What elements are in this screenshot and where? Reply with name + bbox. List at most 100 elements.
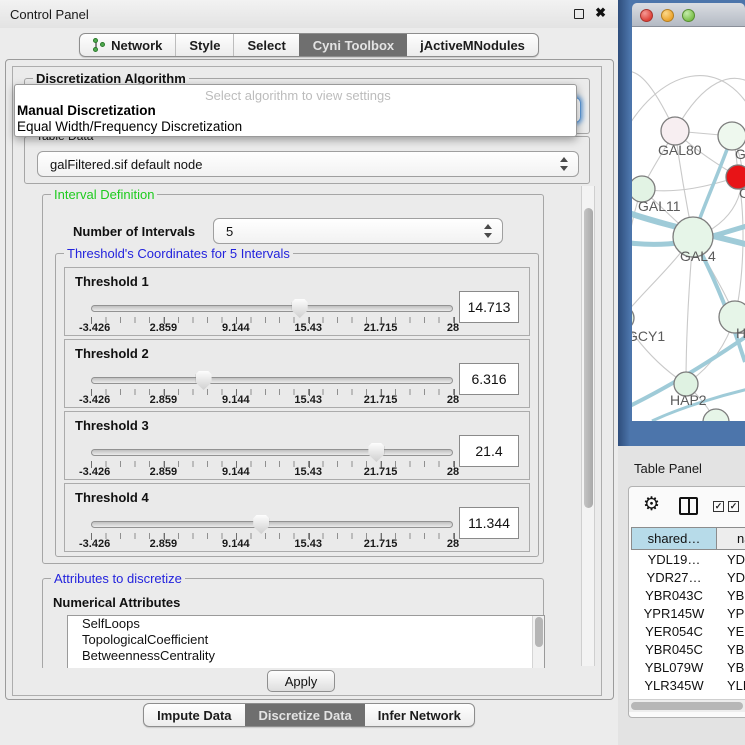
- popup-option-manual-discretization[interactable]: Manual Discretization: [17, 103, 156, 118]
- number-of-intervals-value: 5: [226, 224, 233, 239]
- node-label-gal11: GAL11: [638, 198, 681, 214]
- threshold-1-slider-thumb[interactable]: [292, 299, 308, 318]
- table-data-group: Table Data galFiltered.sif default node: [24, 136, 590, 184]
- tab-discretize-data[interactable]: Discretize Data: [245, 704, 365, 726]
- minimize-window-button[interactable]: [661, 9, 674, 22]
- checkbox-icon[interactable]: ✓: [728, 501, 739, 512]
- list-item-topologicalcoefficient[interactable]: TopologicalCoefficient: [68, 632, 544, 648]
- settings-viewport: Interval Definition Number of Intervals …: [14, 186, 578, 668]
- tab-infer-network[interactable]: Infer Network: [365, 704, 474, 726]
- threshold-1-value-field[interactable]: 14.713: [459, 291, 519, 323]
- table-row[interactable]: YPR145WYPR1: [629, 604, 745, 622]
- table-row[interactable]: YDL19…YDL1: [629, 550, 745, 568]
- threshold-1-label: Threshold 1: [75, 274, 149, 289]
- algorithm-hint-text: Select algorithm to view settings: [205, 88, 391, 103]
- table-row[interactable]: YER054CYER0: [629, 622, 745, 640]
- control-panel-titlebar: Control Panel ✖: [0, 0, 618, 28]
- threshold-4-value-field[interactable]: 11.344: [459, 507, 519, 539]
- tab-select-label: Select: [247, 38, 285, 53]
- threshold-4-slider-thumb[interactable]: [253, 515, 269, 534]
- close-icon[interactable]: ✖: [595, 5, 606, 21]
- close-window-button[interactable]: [640, 9, 653, 22]
- node-partial[interactable]: [703, 409, 729, 421]
- table-row[interactable]: YDR27…YDR2: [629, 568, 745, 586]
- zoom-window-button[interactable]: [682, 9, 695, 22]
- tab-discretize-data-label: Discretize Data: [259, 708, 352, 723]
- threshold-3-slider[interactable]: [91, 449, 453, 456]
- settings-vertical-scrollbar[interactable]: [581, 186, 595, 666]
- group-title-attributes: Attributes to discretize: [51, 571, 185, 586]
- slider-scale: -3.426 2.859 9.144 15.43 21.715 28: [91, 394, 453, 407]
- threshold-2-slider-thumb[interactable]: [196, 371, 212, 390]
- combo-stepper-icon: [560, 157, 569, 171]
- slider-scale: -3.426 2.859 9.144 15.43 21.715 28: [91, 322, 453, 335]
- checkbox-icon[interactable]: ✓: [713, 501, 724, 512]
- bottom-tabstrip: Impute Data Discretize Data Infer Networ…: [0, 703, 618, 727]
- threshold-4-slider[interactable]: [91, 521, 453, 528]
- tab-infer-network-label: Infer Network: [378, 708, 461, 723]
- threshold-3-label: Threshold 3: [75, 418, 149, 433]
- table-row[interactable]: YLR345WYLR3: [629, 676, 745, 694]
- attributes-group: Attributes to discretize Numerical Attri…: [42, 578, 544, 668]
- tab-style-label: Style: [189, 38, 220, 53]
- column-header-name[interactable]: na: [717, 527, 745, 550]
- list-scrollbar[interactable]: [532, 616, 544, 668]
- tab-style[interactable]: Style: [175, 34, 233, 56]
- list-item-betweennesscentrality[interactable]: BetweennessCentrality: [68, 648, 544, 664]
- group-title-thresholds-coordinates: Threshold's Coordinates for 5 Intervals: [64, 246, 293, 261]
- table-panel-title: Table Panel: [634, 461, 702, 476]
- numerical-attributes-label: Numerical Attributes: [53, 595, 180, 610]
- tab-impute-data-label: Impute Data: [157, 708, 231, 723]
- table-row[interactable]: YBR043CYBR0: [629, 586, 745, 604]
- threshold-2-slider[interactable]: [91, 377, 453, 384]
- float-window-icon[interactable]: [574, 9, 584, 19]
- tab-network[interactable]: Network: [80, 34, 175, 56]
- threshold-3-slider-thumb[interactable]: [368, 443, 384, 462]
- node-label-c: C: [739, 185, 745, 201]
- tab-cyni-toolbox[interactable]: Cyni Toolbox: [299, 34, 407, 56]
- threshold-2-value-field[interactable]: 6.316: [459, 363, 519, 395]
- mac-titlebar[interactable]: [632, 3, 745, 27]
- column-layout-icon[interactable]: [679, 497, 698, 515]
- table-row[interactable]: YBL079WYBL0: [629, 658, 745, 676]
- slider-scale: -3.426 2.859 9.144 15.43 21.715 28: [91, 538, 453, 551]
- interval-definition-group: Interval Definition Number of Intervals …: [42, 194, 544, 564]
- tab-select[interactable]: Select: [233, 34, 298, 56]
- combo-stepper-icon: [484, 224, 493, 238]
- table-data-combobox-value: galFiltered.sif default node: [50, 157, 202, 172]
- tab-jactivemnodules[interactable]: jActiveMNodules: [407, 34, 538, 56]
- node-gcy1[interactable]: [632, 306, 634, 330]
- tab-impute-data[interactable]: Impute Data: [144, 704, 244, 726]
- node-table-container: ⚙ ✓ ✓ shared… na YDL19…YDL1 YDR27…YDR2 Y…: [628, 486, 745, 718]
- number-of-intervals-combobox[interactable]: 5: [213, 218, 503, 244]
- threshold-2-label: Threshold 2: [75, 346, 149, 361]
- node-label-gal4: GAL4: [680, 248, 716, 264]
- apply-button[interactable]: Apply: [267, 670, 335, 692]
- node-gal80[interactable]: [661, 117, 689, 145]
- panel-title: Control Panel: [10, 7, 89, 22]
- tab-cyni-toolbox-label: Cyni Toolbox: [313, 38, 394, 53]
- control-panel: Control Panel ✖ Network Style Select Cyn…: [0, 0, 618, 745]
- top-tabstrip: Network Style Select Cyni Toolbox jActiv…: [0, 33, 618, 57]
- threshold-3-value-field[interactable]: 21.4: [459, 435, 519, 467]
- numerical-attributes-list: SelfLoops TopologicalCoefficient Between…: [67, 615, 545, 668]
- tab-network-label: Network: [111, 38, 162, 53]
- node-label-gal80: GAL80: [658, 142, 702, 158]
- slider-scale: -3.426 2.859 9.144 15.43 21.715 28: [91, 466, 453, 479]
- table-panel: Table Panel ⚙ ✓ ✓ shared… na YDL19…YDL1 …: [618, 446, 745, 745]
- list-item-selfloops[interactable]: SelfLoops: [68, 616, 544, 632]
- table-horizontal-scrollbar[interactable]: [629, 699, 745, 712]
- popup-option-equal-width-frequency[interactable]: Equal Width/Frequency Discretization: [17, 119, 242, 134]
- gear-icon[interactable]: ⚙: [643, 495, 660, 515]
- threshold-3-box: Threshold 3 -3.426 2.859 9.144 15.43 21.…: [64, 411, 530, 480]
- threshold-1-box: Threshold 1 -3.426 2.859 9.144 15.43 21.…: [64, 267, 530, 336]
- table-row[interactable]: YBR045CYBR0: [629, 640, 745, 658]
- threshold-1-slider[interactable]: [91, 305, 453, 312]
- network-icon: [93, 38, 106, 53]
- table-data-combobox[interactable]: galFiltered.sif default node: [37, 151, 579, 177]
- column-header-shared-name[interactable]: shared…: [631, 527, 717, 550]
- node-label-hap2: HAP2: [670, 392, 707, 408]
- network-canvas[interactable]: GAL80 GA C GAL11 GAL4 GCY1 H HAP2: [632, 27, 745, 421]
- mac-window: GAL80 GA C GAL11 GAL4 GCY1 H HAP2: [632, 3, 745, 418]
- threshold-2-box: Threshold 2 -3.426 2.859 9.144 15.43 21.…: [64, 339, 530, 408]
